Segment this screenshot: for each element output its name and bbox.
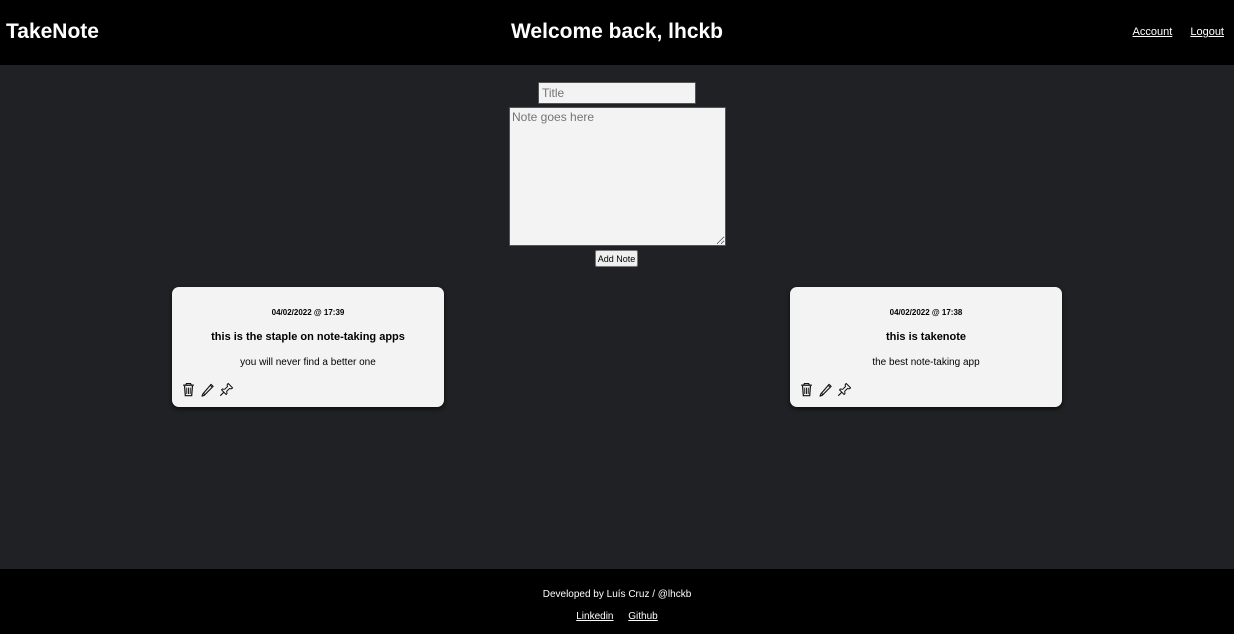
- pin-icon[interactable]: [837, 382, 852, 397]
- github-link[interactable]: Github: [628, 611, 657, 622]
- note-card: 04/02/2022 @ 17:39 this is the staple on…: [172, 287, 444, 407]
- pin-icon[interactable]: [219, 382, 234, 397]
- logout-link[interactable]: Logout: [1190, 26, 1224, 38]
- title-input[interactable]: [538, 82, 696, 104]
- developer-credit: Developed by Luís Cruz / @lhckb: [542, 589, 692, 600]
- note-actions: [799, 381, 852, 397]
- site-header: TakeNote Welcome back, lhckb Account Log…: [0, 0, 1234, 65]
- notes-main: Add Note 04/02/2022 @ 17:39 this is the …: [0, 65, 1234, 569]
- note-body: you will never find a better one: [240, 357, 376, 368]
- note-card: 04/02/2022 @ 17:38 this is takenote the …: [790, 287, 1062, 407]
- site-footer: Developed by Luís Cruz / @lhckb Linkedin…: [0, 569, 1234, 634]
- add-note-button[interactable]: Add Note: [595, 250, 638, 267]
- pencil-icon[interactable]: [200, 382, 215, 397]
- trash-icon[interactable]: [799, 382, 814, 397]
- linkedin-link[interactable]: Linkedin: [576, 611, 613, 622]
- footer-links: Linkedin Github: [0, 611, 1234, 623]
- note-title: this is the staple on note-taking apps: [211, 331, 405, 343]
- welcome-heading: Welcome back, lhckb: [510, 20, 724, 43]
- note-title: this is takenote: [885, 331, 967, 343]
- note-body: the best note-taking app: [872, 357, 980, 368]
- account-navigation: Account Logout: [1118, 26, 1224, 38]
- trash-icon[interactable]: [181, 382, 196, 397]
- account-link[interactable]: Account: [1133, 26, 1173, 38]
- note-actions: [181, 381, 234, 397]
- pencil-icon[interactable]: [818, 382, 833, 397]
- note-textarea[interactable]: [509, 107, 726, 246]
- note-date: 04/02/2022 @ 17:39: [271, 308, 345, 317]
- note-date: 04/02/2022 @ 17:38: [889, 308, 963, 317]
